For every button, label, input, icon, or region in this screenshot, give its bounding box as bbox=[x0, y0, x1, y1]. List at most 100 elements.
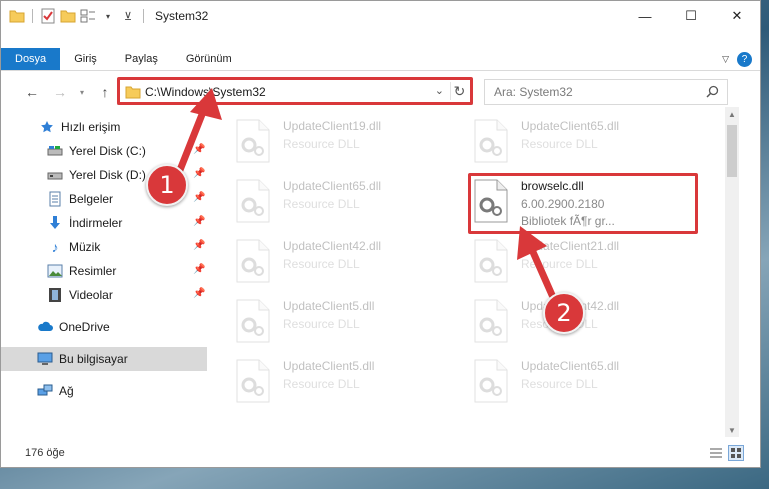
scrollbar-thumb[interactable] bbox=[727, 125, 737, 177]
network-icon bbox=[37, 383, 53, 399]
file-name: UpdateClient42.dll bbox=[283, 239, 382, 253]
scroll-up-arrow-icon[interactable]: ▲ bbox=[725, 107, 739, 121]
window-title: System32 bbox=[155, 9, 209, 23]
dll-file-icon bbox=[235, 239, 271, 283]
sidebar-item-network[interactable]: Ağ bbox=[1, 379, 207, 403]
dll-file-icon bbox=[235, 299, 271, 343]
sidebar-item-quick-access[interactable]: Hızlı erişim bbox=[1, 115, 207, 139]
chevron-down-icon[interactable]: ▾ bbox=[100, 8, 116, 24]
sidebar-item-this-pc[interactable]: Bu bilgisayar bbox=[1, 347, 207, 371]
music-icon: ♪ bbox=[51, 239, 59, 255]
help-icon[interactable]: ? bbox=[737, 52, 752, 67]
file-name: UpdateClient65.dll bbox=[521, 119, 620, 133]
sidebar-item-music[interactable]: ♪ Müzik 📌 bbox=[1, 235, 207, 259]
pin-icon: 📌 bbox=[193, 288, 206, 299]
computer-icon bbox=[37, 351, 53, 367]
file-tile[interactable]: UpdateClient19.dll Resource DLL bbox=[235, 115, 455, 171]
sidebar-item-label: Resimler bbox=[69, 264, 117, 278]
file-tile[interactable]: UpdateClient5.dll Resource DLL bbox=[235, 355, 455, 411]
file-type: Resource DLL bbox=[283, 317, 360, 331]
customize-icon[interactable] bbox=[80, 8, 96, 24]
dll-file-icon bbox=[473, 119, 509, 163]
view-mode-buttons bbox=[708, 445, 744, 461]
sidebar-item-local-disk-c[interactable]: Yerel Disk (C:) 📌 bbox=[1, 139, 207, 163]
details-view-icon[interactable] bbox=[708, 445, 724, 461]
cloud-icon bbox=[37, 319, 53, 335]
file-tile[interactable]: UpdateClient42.dll Resource DLL bbox=[235, 235, 455, 291]
minimize-button[interactable]: — bbox=[622, 1, 668, 31]
status-bar: 176 öğe bbox=[1, 441, 760, 465]
ribbon-tabs: Dosya Giriş Paylaş Görünüm ▽ ? bbox=[1, 48, 760, 71]
dll-file-icon bbox=[235, 179, 271, 223]
vertical-scrollbar[interactable]: ▲ ▼ bbox=[725, 107, 739, 437]
file-name: UpdateClient65.dll bbox=[283, 179, 382, 193]
documents-icon bbox=[47, 191, 63, 207]
maximize-button[interactable]: ☐ bbox=[668, 1, 714, 31]
title-bar: ▾ ⊻ System32 — ☐ ✕ bbox=[1, 1, 760, 31]
sidebar-item-onedrive[interactable]: OneDrive bbox=[1, 315, 207, 339]
large-icons-view-icon[interactable] bbox=[728, 445, 744, 461]
folder-icon bbox=[9, 8, 25, 24]
properties-icon[interactable] bbox=[40, 8, 56, 24]
drive-icon bbox=[47, 143, 63, 159]
address-path[interactable]: C:\Windows\System32 bbox=[145, 85, 266, 99]
ribbon-right-controls: ▽ ? bbox=[722, 52, 752, 67]
scroll-down-arrow-icon[interactable]: ▼ bbox=[725, 423, 739, 437]
pin-icon: 📌 bbox=[193, 144, 206, 155]
forward-arrow-icon[interactable]: → bbox=[51, 83, 69, 101]
pin-down-icon[interactable]: ⊻ bbox=[120, 8, 136, 24]
pin-icon: 📌 bbox=[193, 168, 206, 179]
close-button[interactable]: ✕ bbox=[714, 1, 760, 31]
star-icon bbox=[39, 119, 55, 135]
file-type: Resource DLL bbox=[283, 377, 360, 391]
sidebar-item-label: Yerel Disk (C:) bbox=[69, 144, 146, 158]
pin-icon: 📌 bbox=[193, 216, 206, 227]
up-arrow-icon[interactable]: ↑ bbox=[96, 83, 114, 101]
file-tile[interactable]: UpdateClient65.dll Resource DLL bbox=[235, 175, 455, 231]
recent-locations-chevron-icon[interactable]: ▾ bbox=[73, 83, 91, 101]
navigation-bar: ← → ▾ ↑ C:\Windows\System32 ⌄ ↻ Ara: Sys… bbox=[1, 77, 760, 107]
file-tile[interactable]: UpdateClient5.dll Resource DLL bbox=[235, 295, 455, 351]
sidebar-item-label: Ağ bbox=[59, 384, 74, 398]
expand-ribbon-icon[interactable]: ▽ bbox=[722, 54, 729, 65]
step-badge-1: 1 bbox=[146, 164, 188, 206]
sidebar-item-videos[interactable]: Videolar 📌 bbox=[1, 283, 207, 307]
file-name: UpdateClient5.dll bbox=[283, 359, 375, 373]
sidebar-item-label: Hızlı erişim bbox=[61, 120, 121, 134]
file-type: Resource DLL bbox=[283, 197, 360, 211]
file-type: Resource DLL bbox=[521, 257, 598, 271]
file-tile[interactable]: UpdateClient65.dll Resource DLL bbox=[473, 355, 693, 411]
sidebar-item-label: Yerel Disk (D:) bbox=[69, 168, 146, 182]
file-name: UpdateClient65.dll bbox=[521, 359, 620, 373]
file-type: Resource DLL bbox=[283, 257, 360, 271]
sidebar-item-label: Videolar bbox=[69, 288, 113, 302]
tab-view[interactable]: Görünüm bbox=[172, 48, 246, 70]
sidebar-item-label: OneDrive bbox=[59, 320, 110, 334]
sidebar-item-pictures[interactable]: Resimler 📌 bbox=[1, 259, 207, 283]
file-tile[interactable]: UpdateClient21.dll Resource DLL bbox=[473, 235, 693, 291]
sidebar-item-downloads[interactable]: İndirmeler 📌 bbox=[1, 211, 207, 235]
sidebar-item-label: İndirmeler bbox=[69, 216, 123, 230]
search-input[interactable]: Ara: System32 bbox=[484, 79, 728, 105]
search-placeholder: Ara: System32 bbox=[494, 85, 573, 99]
tab-share[interactable]: Paylaş bbox=[111, 48, 172, 70]
pictures-icon bbox=[47, 263, 63, 279]
item-count: 176 öğe bbox=[25, 447, 65, 459]
sidebar-item-label: Bu bilgisayar bbox=[59, 352, 128, 366]
tab-home[interactable]: Giriş bbox=[60, 48, 111, 70]
file-name: UpdateClient19.dll bbox=[283, 119, 382, 133]
address-bar[interactable]: C:\Windows\System32 ⌄ ↻ bbox=[117, 79, 473, 105]
tab-file[interactable]: Dosya bbox=[1, 48, 61, 70]
file-explorer-window: ▾ ⊻ System32 — ☐ ✕ Dosya Giriş Paylaş Gö… bbox=[0, 0, 761, 468]
file-list-pane: UpdateClient19.dll Resource DLL UpdateCl… bbox=[207, 107, 725, 433]
folder-icon bbox=[125, 85, 141, 102]
chevron-down-icon[interactable]: ⌄ bbox=[435, 84, 444, 97]
new-folder-icon[interactable] bbox=[60, 8, 76, 24]
file-name: UpdateClient5.dll bbox=[283, 299, 375, 313]
dll-file-icon bbox=[473, 359, 509, 403]
refresh-icon[interactable]: ↻ bbox=[450, 82, 468, 100]
dll-file-icon bbox=[235, 359, 271, 403]
dll-file-icon bbox=[473, 299, 509, 343]
file-tile[interactable]: UpdateClient65.dll Resource DLL bbox=[473, 115, 693, 171]
back-arrow-icon[interactable]: ← bbox=[23, 83, 41, 101]
